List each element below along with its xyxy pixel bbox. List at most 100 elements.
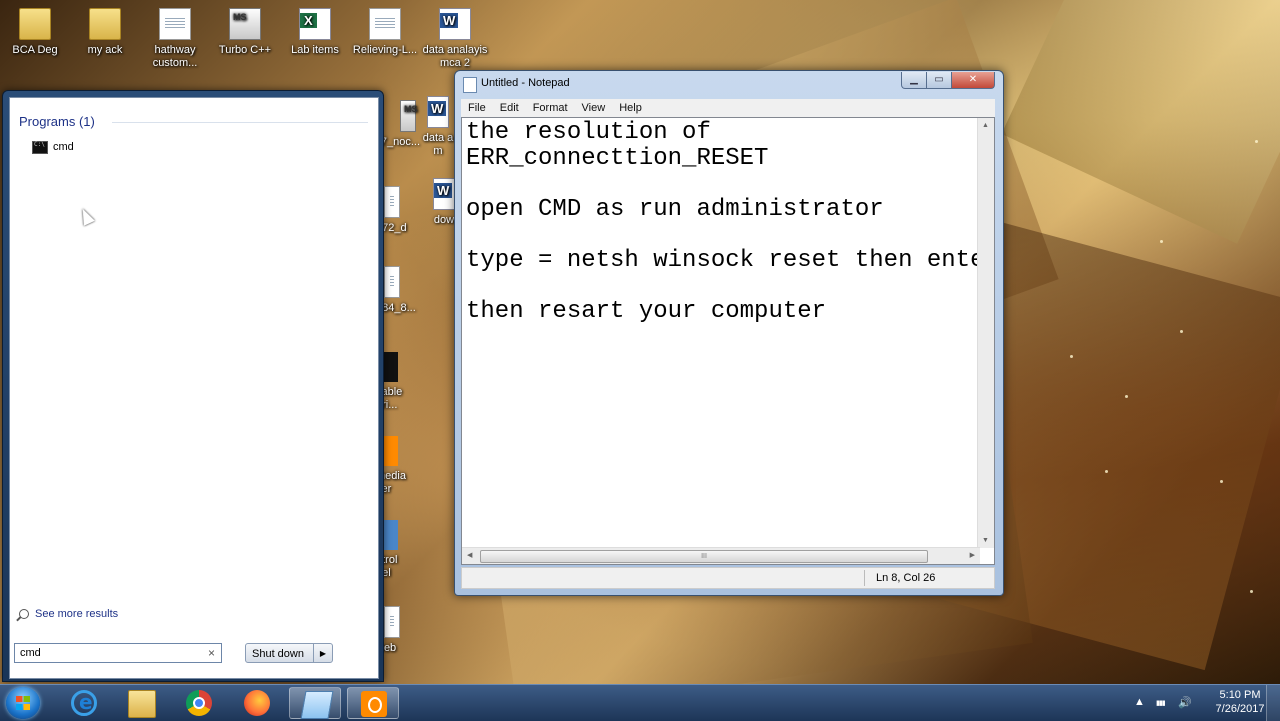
desktop-icon-lab-items[interactable]: Lab items xyxy=(280,8,350,57)
image-icon xyxy=(384,186,400,218)
taskbar-internet-explorer[interactable] xyxy=(58,687,110,719)
maximize-button[interactable]: ▭ xyxy=(926,72,952,89)
notepad-icon xyxy=(463,77,477,93)
search-result-label: cmd xyxy=(53,141,74,153)
vlc-icon xyxy=(361,691,387,717)
document-icon xyxy=(369,8,401,40)
wallpaper-sparkle xyxy=(1250,590,1253,593)
desktop-icon-label: m xyxy=(433,145,443,157)
chrome-icon xyxy=(186,690,212,716)
status-divider xyxy=(864,570,865,586)
horizontal-scrollbar[interactable]: ◀ III ▶ xyxy=(462,547,980,564)
header-divider xyxy=(112,122,368,123)
desktop-icon-relieving[interactable]: Relieving-L... xyxy=(350,8,420,57)
show-desktop-button[interactable] xyxy=(1266,685,1280,721)
excel-icon xyxy=(299,8,331,40)
scroll-right-icon[interactable]: ▶ xyxy=(970,551,975,559)
word-icon xyxy=(427,96,449,128)
document-icon xyxy=(159,8,191,40)
clock[interactable]: 5:10 PM 7/26/2017 xyxy=(1206,688,1274,716)
wallpaper-sparkle xyxy=(1255,140,1258,143)
vertical-scrollbar[interactable]: ▲ ▼ xyxy=(977,118,994,548)
taskbar-windows-explorer[interactable] xyxy=(115,687,167,719)
folder-icon xyxy=(128,690,156,718)
taskbar-vlc[interactable] xyxy=(347,687,399,719)
desktop-icon-label: BCA Deg xyxy=(12,44,58,56)
desktop-icon-label: 7_noc... xyxy=(380,136,420,148)
desktop-icon-label: my ack xyxy=(87,44,123,56)
wallpaper-sparkle xyxy=(1105,470,1108,473)
desktop: BCA Deg my ack hathway custom... Turbo C… xyxy=(0,0,1280,684)
network-icon[interactable]: ▮▮▮ xyxy=(1156,699,1166,707)
shut-down-label: Shut down xyxy=(252,648,304,660)
search-value: cmd xyxy=(20,647,41,659)
wallpaper-sparkle xyxy=(1220,480,1223,483)
notepad-window[interactable]: Untitled - Notepad ▁ ▭ ✕ File Edit Forma… xyxy=(454,70,1004,596)
desktop-icon-label: dow xyxy=(433,214,455,226)
taskbar-firefox[interactable] xyxy=(231,687,283,719)
desktop-icon-label: Turbo C++ xyxy=(218,44,272,56)
desktop-icon-hathway[interactable]: hathway custom... xyxy=(140,8,210,70)
scroll-thumb[interactable]: III xyxy=(480,550,928,563)
desktop-icon-label: data a xyxy=(422,132,454,144)
menu-help[interactable]: Help xyxy=(612,102,649,114)
see-more-label: See more results xyxy=(35,608,119,620)
close-button[interactable]: ✕ xyxy=(951,72,995,89)
start-menu: Programs (1) cmd See more results cmd × … xyxy=(2,90,384,682)
vlc-icon xyxy=(384,436,398,466)
menu-format[interactable]: Format xyxy=(526,102,575,114)
desktop-icon-bca-deg[interactable]: BCA Deg xyxy=(0,8,70,57)
document-icon xyxy=(384,606,400,638)
image-icon xyxy=(384,266,400,298)
desktop-icon-label: hathway custom... xyxy=(152,44,198,69)
folder-icon xyxy=(19,8,51,40)
scroll-up-icon[interactable]: ▲ xyxy=(982,122,989,129)
word-icon xyxy=(439,8,471,40)
desktop-icon-label: data analayis mca 2 xyxy=(422,44,488,69)
wallpaper-sparkle xyxy=(1070,355,1073,358)
clear-search-icon[interactable]: × xyxy=(208,644,215,662)
show-hidden-icons-icon[interactable]: ▲ xyxy=(1134,696,1145,708)
desktop-icon-turbo-c[interactable]: Turbo C++ xyxy=(210,8,280,57)
start-menu-results-pane: Programs (1) cmd See more results xyxy=(9,97,379,679)
desktop-icon-label: Lab items xyxy=(291,44,339,56)
clock-date: 7/26/2017 xyxy=(1215,703,1265,715)
desktop-icon-data-analayis[interactable]: data analayis mca 2 xyxy=(420,8,490,70)
desktop-icon-label: Relieving-L... xyxy=(352,44,418,56)
folder-icon xyxy=(89,8,121,40)
control-panel-icon xyxy=(384,520,398,550)
word-icon xyxy=(433,178,455,210)
search-result-cmd[interactable]: cmd xyxy=(28,138,78,156)
shut-down-options-arrow-icon[interactable]: ▶ xyxy=(313,644,332,662)
clock-time: 5:10 PM xyxy=(1219,689,1261,701)
scroll-left-icon[interactable]: ◀ xyxy=(467,551,472,559)
editor-content[interactable]: the resolution of ERR_connecttion_RESET … xyxy=(466,120,981,548)
menu-file[interactable]: File xyxy=(461,102,493,114)
app-icon xyxy=(229,8,261,40)
shut-down-button[interactable]: Shut down ▶ xyxy=(245,643,333,663)
taskbar-notepad[interactable] xyxy=(289,687,341,719)
start-search-input[interactable]: cmd × xyxy=(14,643,222,663)
cursor-position: Ln 8, Col 26 xyxy=(876,572,936,584)
menu-bar: File Edit Format View Help xyxy=(461,99,995,117)
start-button[interactable] xyxy=(6,687,40,719)
see-more-results-link[interactable]: See more results xyxy=(19,608,118,620)
scroll-down-icon[interactable]: ▼ xyxy=(982,537,989,544)
wallpaper-sparkle xyxy=(1160,240,1163,243)
desktop-icon-my-ack[interactable]: my ack xyxy=(70,8,140,57)
window-title: Untitled - Notepad xyxy=(481,77,570,89)
text-editor[interactable]: the resolution of ERR_connecttion_RESET … xyxy=(461,117,995,565)
minimize-button[interactable]: ▁ xyxy=(901,72,927,89)
taskbar-google-chrome[interactable] xyxy=(173,687,225,719)
taskbar: ▲ ▮▮▮ 🔊 5:10 PM 7/26/2017 xyxy=(0,684,1280,721)
app-icon xyxy=(384,352,398,382)
cmd-icon xyxy=(32,140,48,154)
programs-header: Programs (1) xyxy=(19,114,95,129)
firefox-icon xyxy=(244,690,270,716)
volume-icon[interactable]: 🔊 xyxy=(1178,696,1192,709)
menu-view[interactable]: View xyxy=(575,102,613,114)
menu-edit[interactable]: Edit xyxy=(493,102,526,114)
desktop-icon-partial[interactable]: data a m xyxy=(418,96,458,158)
wallpaper-sparkle xyxy=(1180,330,1183,333)
mouse-cursor-icon xyxy=(77,206,95,226)
